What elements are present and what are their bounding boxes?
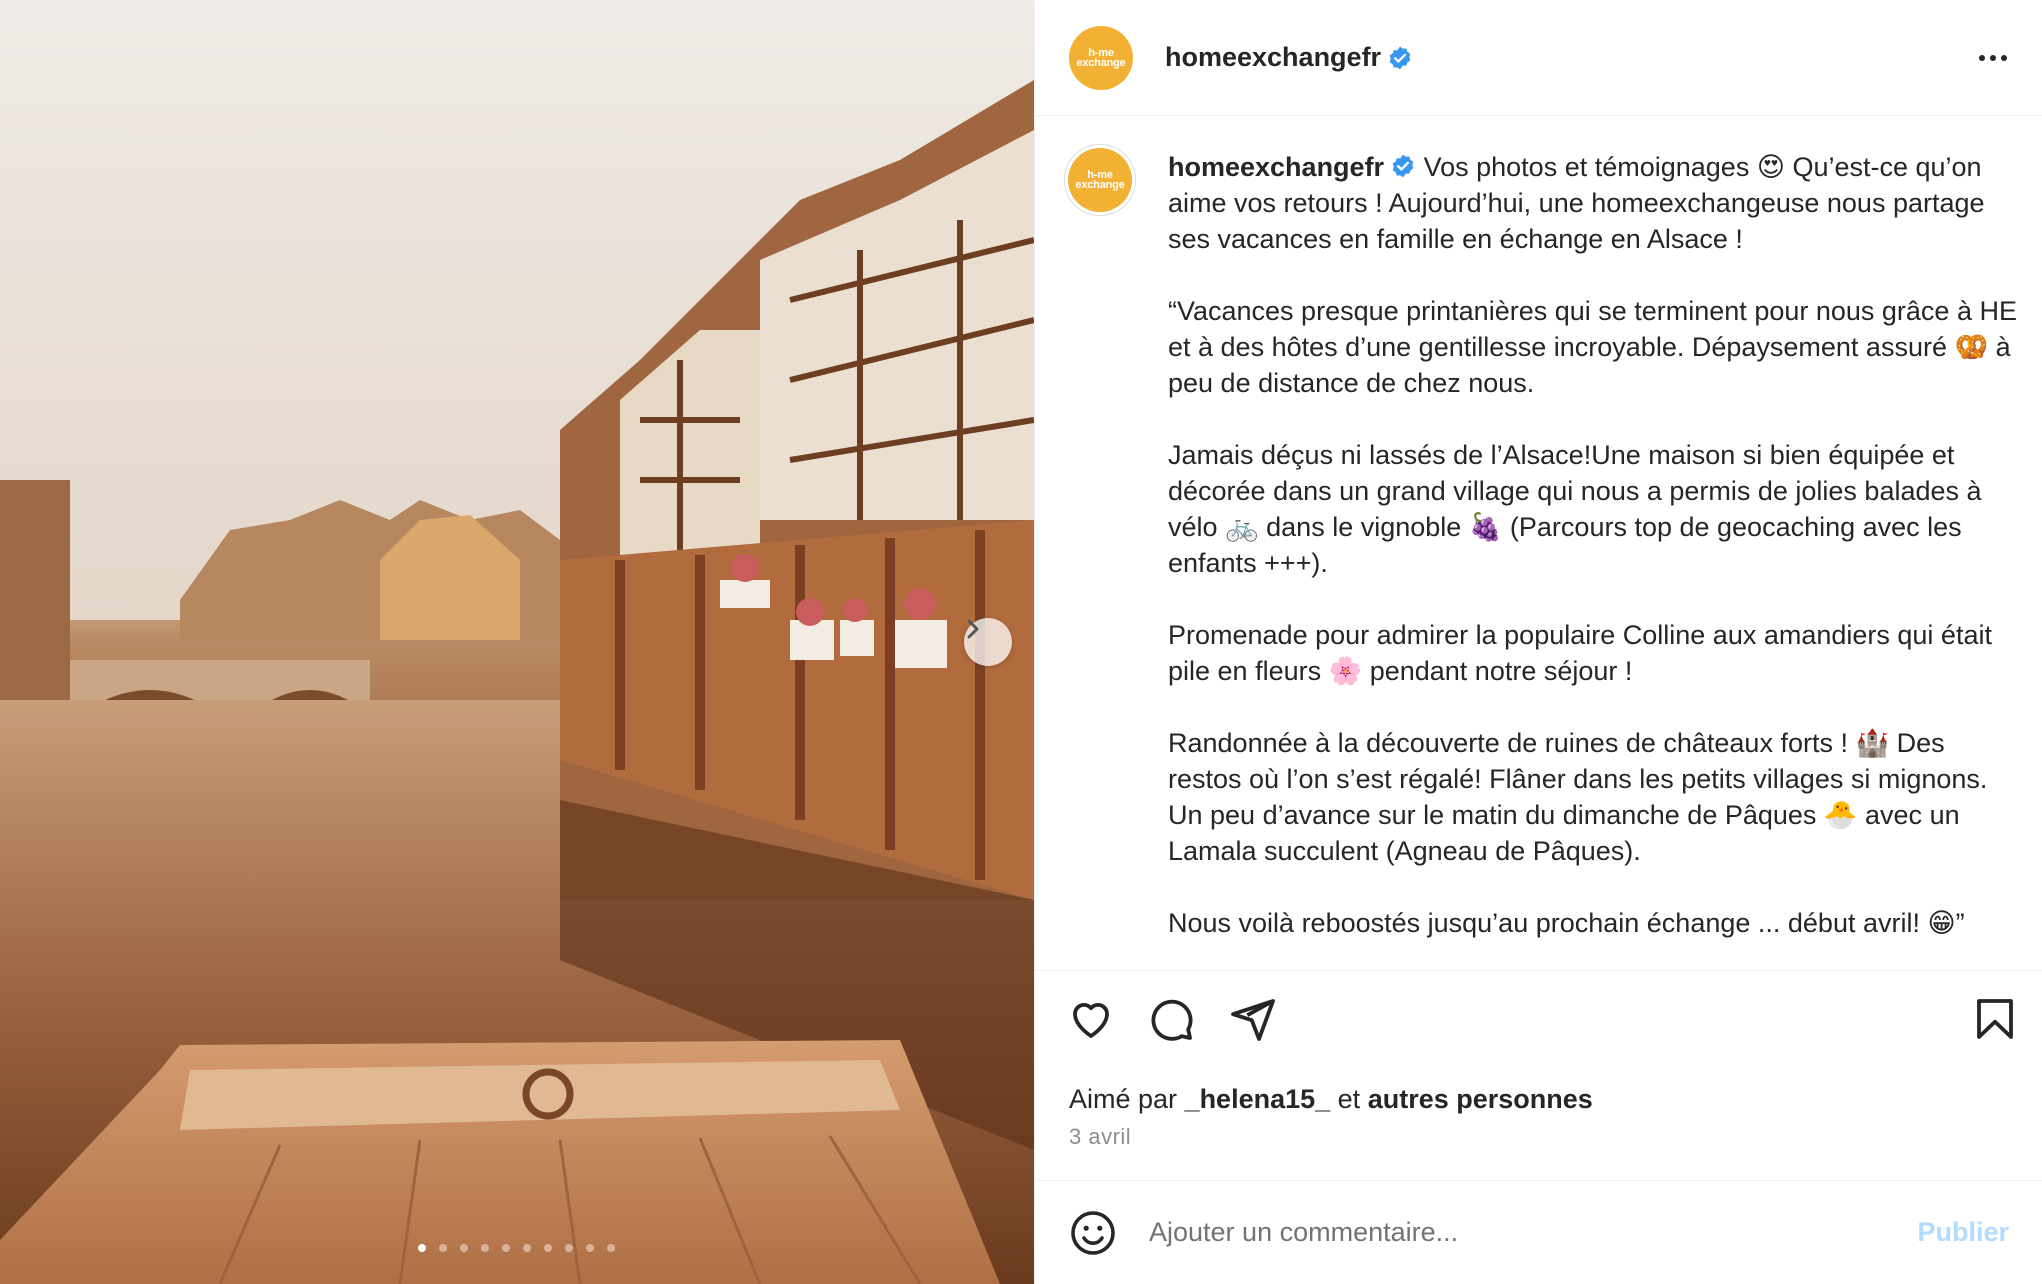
caption-avatar-ring: h-me exchange <box>1064 144 1136 216</box>
send-icon[interactable] <box>1229 995 1277 1043</box>
caption-username[interactable]: homeexchangefr <box>1168 152 1384 182</box>
carousel-dot <box>565 1244 573 1252</box>
post-caption: homeexchangefr Vos photos et témoignages… <box>1168 149 2018 941</box>
caption-section: h-me exchange homeexchangefr Vos photos … <box>1035 117 2042 971</box>
comment-bar: Publier <box>1035 1180 2042 1284</box>
verified-badge-icon <box>1392 154 1414 178</box>
carousel-dot <box>418 1244 426 1252</box>
comment-input[interactable] <box>1149 1217 1869 1248</box>
publish-button[interactable]: Publier <box>1917 1217 2009 1248</box>
caption-paragraph: homeexchangefr Vos photos et témoignages… <box>1168 149 2018 257</box>
caption-paragraph: Promenade pour admirer la populaire Coll… <box>1168 620 1992 686</box>
post-header: h-me exchange homeexchangefr <box>1035 0 2042 116</box>
carousel-dot <box>439 1244 447 1252</box>
avatar[interactable]: h-me exchange <box>1068 148 1132 212</box>
carousel-dot <box>460 1244 468 1252</box>
bookmark-icon[interactable] <box>1971 995 2019 1043</box>
caption-paragraph: Jamais déçus ni lassés de l’Alsace!Une m… <box>1168 440 1982 578</box>
carousel-next-button[interactable] <box>964 618 1012 666</box>
carousel-dot <box>544 1244 552 1252</box>
liked-middle: et <box>1330 1084 1368 1114</box>
post-date[interactable]: 3 avril <box>1069 1124 1131 1150</box>
carousel-dot <box>607 1244 615 1252</box>
action-bar <box>1035 995 2042 1055</box>
caption-paragraph: “Vacances presque printanières qui se te… <box>1168 296 2017 398</box>
post-side-panel: h-me exchange homeexchangefr h-me exchan… <box>1034 0 2042 1284</box>
chevron-right-icon <box>967 619 979 639</box>
likes-summary: Aimé par _helena15_ et autres personnes <box>1069 1084 1593 1115</box>
liked-user-link[interactable]: _helena15_ <box>1185 1084 1331 1114</box>
liked-others-link[interactable]: autres personnes <box>1368 1084 1593 1114</box>
heart-icon[interactable] <box>1067 995 1115 1043</box>
post-photo[interactable] <box>0 0 1034 1284</box>
carousel-indicator <box>418 1244 615 1252</box>
caption-paragraph: Randonnée à la découverte de ruines de c… <box>1168 728 1988 866</box>
photo-illustration <box>0 0 1034 1284</box>
emoji-icon[interactable] <box>1069 1209 1117 1257</box>
carousel-dot <box>502 1244 510 1252</box>
caption-paragraph: Nous voilà reboostés jusqu’au prochain é… <box>1168 908 1965 938</box>
carousel-dot <box>481 1244 489 1252</box>
more-options-icon[interactable] <box>1977 45 2009 71</box>
carousel-dot <box>586 1244 594 1252</box>
comment-icon[interactable] <box>1147 995 1195 1043</box>
carousel-dot <box>523 1244 531 1252</box>
header-username[interactable]: homeexchangefr <box>1165 42 1381 73</box>
avatar[interactable]: h-me exchange <box>1069 25 1133 90</box>
verified-badge-icon <box>1389 46 1411 69</box>
liked-prefix: Aimé par <box>1069 1084 1185 1114</box>
